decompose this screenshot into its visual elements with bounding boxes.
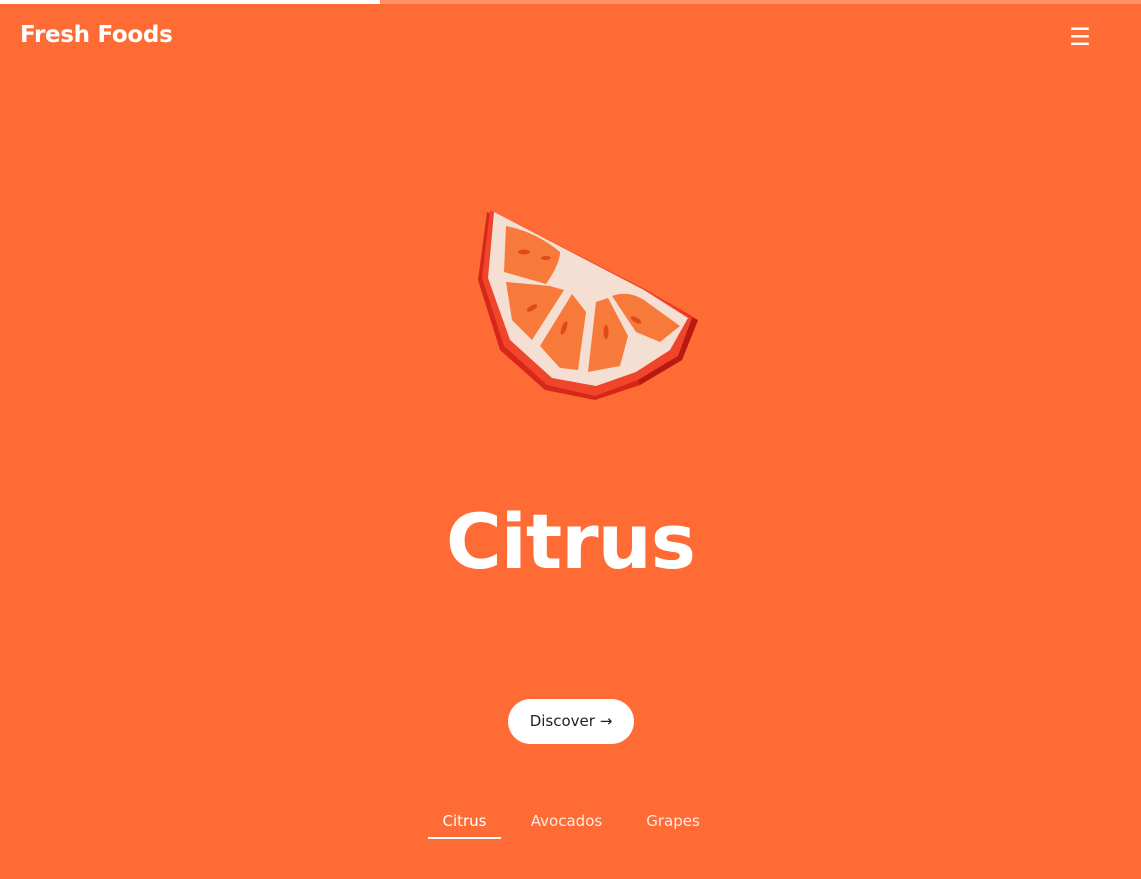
orange-slice-icon	[460, 200, 710, 415]
discover-button[interactable]: Discover →	[508, 699, 634, 744]
tab-grapes[interactable]: Grapes	[640, 808, 706, 834]
slide-progress-fill	[0, 0, 380, 4]
slide-progress-track	[0, 0, 1141, 4]
tab-avocados[interactable]: Avocados	[524, 808, 609, 834]
active-tab-underline	[428, 837, 501, 839]
hero-title: Citrus	[446, 497, 696, 586]
hamburger-menu-icon[interactable]: ☰	[1069, 20, 1091, 54]
category-tabs: Citrus Avocados Grapes	[0, 808, 1141, 840]
tab-citrus[interactable]: Citrus	[428, 808, 501, 834]
brand-logo[interactable]: Fresh Foods	[20, 22, 173, 48]
